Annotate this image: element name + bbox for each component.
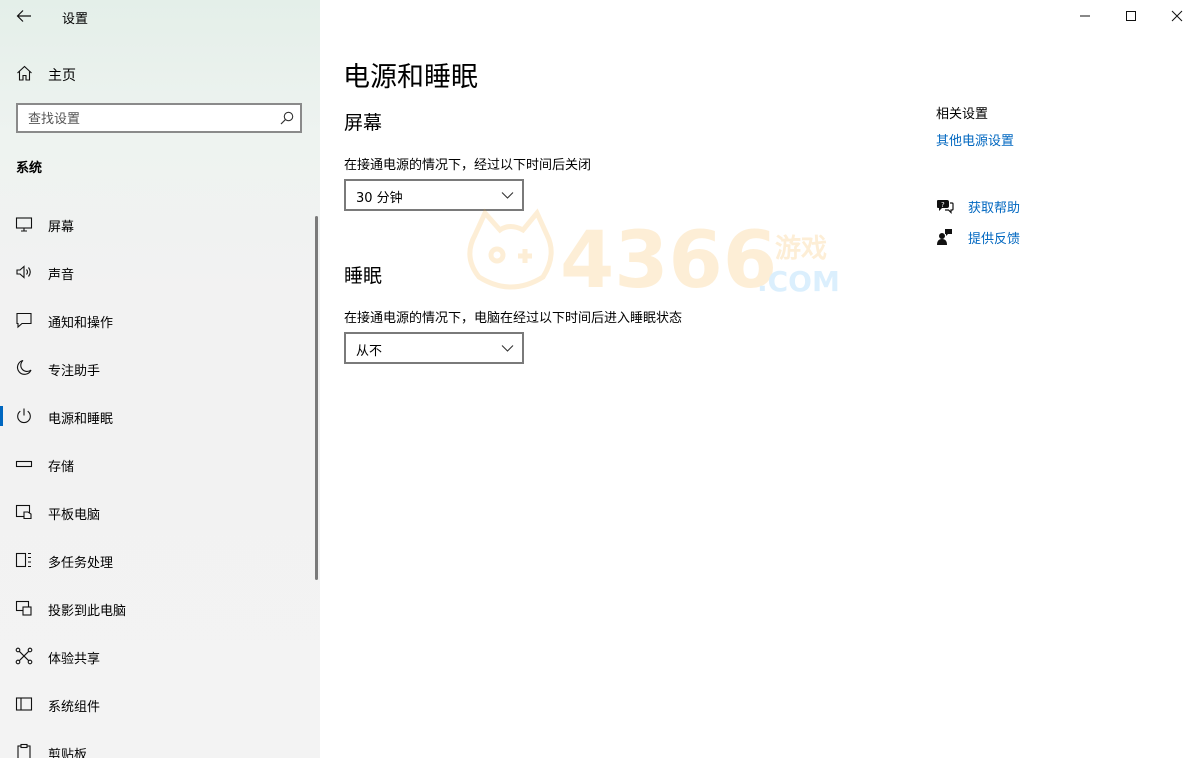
watermark-logo: 4366 游戏 .COM bbox=[467, 208, 840, 300]
sidebar-item-label: 声音 bbox=[48, 268, 75, 283]
notification-icon bbox=[16, 312, 32, 329]
arrow-left-icon bbox=[16, 10, 31, 22]
feedback-icon bbox=[937, 229, 952, 245]
sidebar-item-sound[interactable]: 声音 bbox=[0, 248, 316, 296]
sidebar-item-label: 多任务处理 bbox=[48, 556, 114, 571]
sidebar-item-notifications[interactable]: 通知和操作 bbox=[0, 296, 316, 344]
moon-icon bbox=[17, 359, 32, 375]
sidebar-item-label: 存储 bbox=[48, 460, 75, 475]
dropdown-value: 30 分钟 bbox=[356, 191, 403, 206]
tablet-icon bbox=[15, 504, 32, 520]
minimize-button[interactable] bbox=[1062, 0, 1108, 32]
screen-timeout-dropdown[interactable]: 30 分钟 bbox=[344, 179, 524, 211]
search-icon[interactable] bbox=[280, 111, 294, 125]
screen-description: 在接通电源的情况下，经过以下时间后关闭 bbox=[344, 158, 592, 173]
sidebar-item-clipboard[interactable]: 剪贴板 bbox=[0, 728, 316, 758]
sidebar-item-multitasking[interactable]: 多任务处理 bbox=[0, 536, 316, 584]
sidebar-item-tablet[interactable]: 平板电脑 bbox=[0, 488, 316, 536]
watermark-domain: .COM bbox=[757, 265, 840, 298]
screen-heading: 屏幕 bbox=[344, 112, 383, 134]
storage-icon bbox=[15, 460, 33, 468]
home-button[interactable]: 主页 bbox=[0, 60, 320, 86]
sidebar-item-label: 电源和睡眠 bbox=[48, 412, 114, 427]
clipboard-icon bbox=[17, 743, 31, 758]
sidebar-item-label: 屏幕 bbox=[48, 220, 75, 235]
related-settings-title: 相关设置 bbox=[936, 107, 989, 122]
title-bar: 设置 bbox=[0, 0, 320, 34]
page-title: 电源和睡眠 bbox=[343, 62, 478, 93]
sidebar-item-label: 剪贴板 bbox=[48, 748, 88, 758]
active-indicator bbox=[0, 406, 3, 426]
sidebar-item-focus-assist[interactable]: 专注助手 bbox=[0, 344, 316, 392]
give-feedback-link[interactable]: 提供反馈 bbox=[936, 226, 1096, 248]
sidebar-item-screen[interactable]: 屏幕 bbox=[0, 200, 316, 248]
sleep-description: 在接通电源的情况下，电脑在经过以下时间后进入睡眠状态 bbox=[344, 311, 683, 326]
watermark-suffix: 游戏 bbox=[775, 234, 827, 264]
sidebar-item-label: 系统组件 bbox=[48, 700, 101, 715]
svg-text:?: ? bbox=[941, 201, 945, 209]
watermark-number: 4366 bbox=[560, 216, 777, 300]
sidebar-item-label: 专注助手 bbox=[48, 364, 101, 379]
get-help-label: 获取帮助 bbox=[968, 201, 1021, 216]
additional-power-settings-link[interactable]: 其他电源设置 bbox=[936, 130, 1014, 149]
maximize-icon bbox=[1126, 11, 1136, 21]
dropdown-value: 从不 bbox=[356, 344, 383, 359]
get-help-link[interactable]: ? 获取帮助 bbox=[936, 195, 1096, 217]
chevron-down-icon bbox=[501, 345, 514, 352]
search-input[interactable] bbox=[26, 109, 270, 129]
section-title: 系统 bbox=[16, 161, 43, 176]
sleep-timeout-dropdown[interactable]: 从不 bbox=[344, 332, 524, 364]
sidebar: 设置 主页 系统 屏幕 声音 bbox=[0, 0, 320, 758]
give-feedback-label: 提供反馈 bbox=[968, 232, 1021, 247]
minimize-icon bbox=[1080, 15, 1090, 17]
back-button[interactable] bbox=[12, 5, 36, 27]
sleep-heading: 睡眠 bbox=[344, 265, 383, 287]
app-title: 设置 bbox=[62, 12, 89, 27]
sidebar-item-power-sleep[interactable]: 电源和睡眠 bbox=[0, 392, 316, 440]
nav-list: 屏幕 声音 通知和操作 专注助手 电源和睡眠 存储 平板电脑 多任务处理 投影到… bbox=[0, 200, 316, 758]
close-icon bbox=[1171, 10, 1183, 22]
sidebar-item-shared-experiences[interactable]: 体验共享 bbox=[0, 632, 316, 680]
maximize-button[interactable] bbox=[1108, 0, 1154, 32]
sidebar-item-label: 投影到此电脑 bbox=[48, 604, 127, 619]
power-icon bbox=[17, 408, 31, 424]
project-icon bbox=[15, 600, 32, 616]
chevron-down-icon bbox=[501, 192, 514, 199]
sidebar-item-label: 体验共享 bbox=[48, 652, 101, 667]
sidebar-item-storage[interactable]: 存储 bbox=[0, 440, 316, 488]
sidebar-item-project[interactable]: 投影到此电脑 bbox=[0, 584, 316, 632]
home-icon bbox=[17, 65, 32, 81]
sidebar-item-label: 平板电脑 bbox=[48, 508, 101, 523]
speaker-icon bbox=[16, 265, 31, 279]
close-button[interactable] bbox=[1154, 0, 1200, 32]
search-box bbox=[16, 103, 302, 133]
monitor-icon bbox=[15, 217, 33, 232]
components-icon bbox=[15, 697, 33, 711]
sidebar-scrollbar[interactable] bbox=[315, 216, 318, 580]
share-icon bbox=[15, 647, 33, 665]
home-label: 主页 bbox=[48, 68, 76, 84]
chat-help-icon: ? bbox=[937, 200, 954, 214]
multitask-icon bbox=[15, 552, 31, 568]
sidebar-item-system-components[interactable]: 系统组件 bbox=[0, 680, 316, 728]
sidebar-item-label: 通知和操作 bbox=[48, 316, 114, 331]
